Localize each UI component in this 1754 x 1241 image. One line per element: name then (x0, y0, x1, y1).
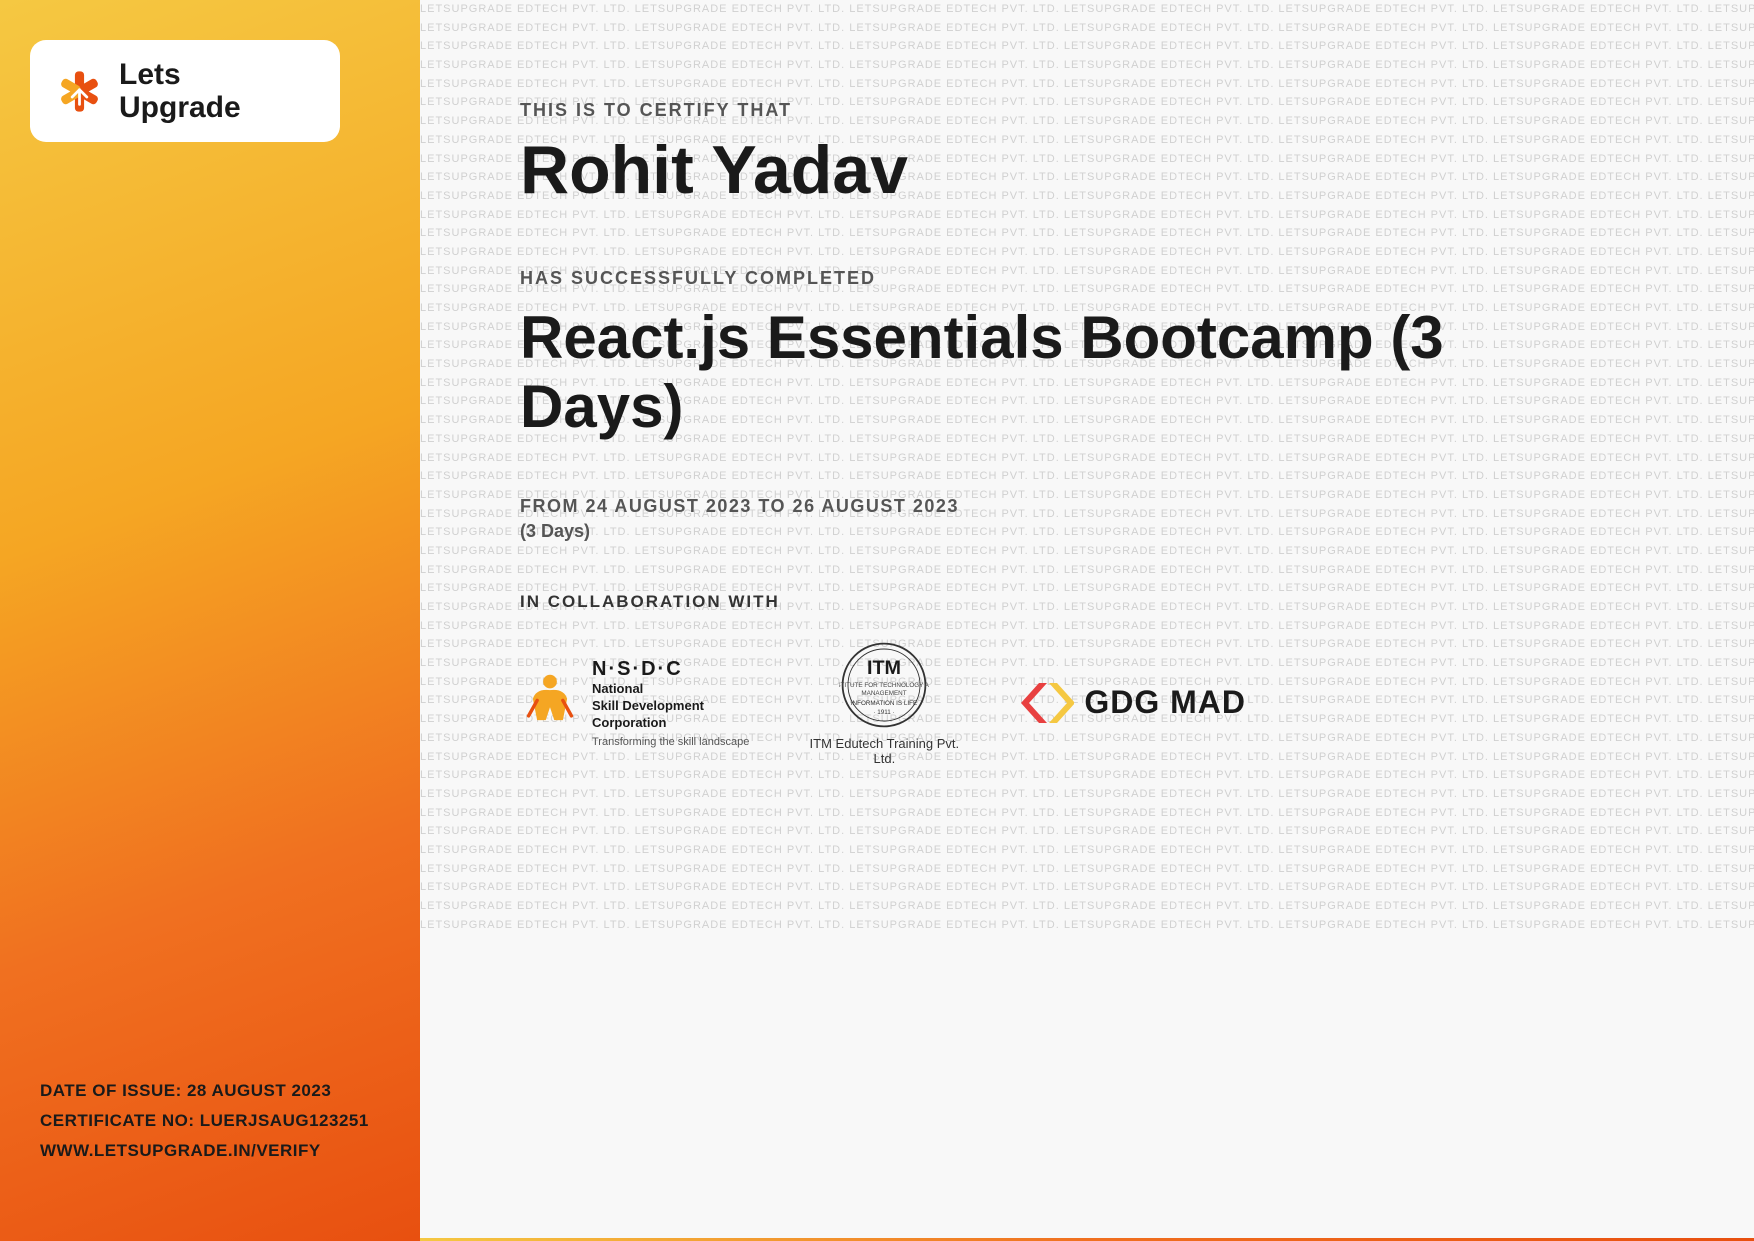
logo-text: Lets Upgrade (119, 58, 241, 124)
date-days: (3 Days) (520, 521, 1674, 542)
left-panel: Lets Upgrade DATE OF ISSUE: 28 AUGUST 20… (0, 0, 420, 1241)
gdg-logo: GDG MAD (1019, 678, 1246, 728)
nsdc-abbr: N·S·D·C (592, 658, 749, 681)
date-of-issue: DATE OF ISSUE: 28 AUGUST 2023 (40, 1081, 369, 1101)
itm-seal-icon: ITM INSTITUTE FOR TECHNOLOGY AND MANAGEM… (839, 640, 929, 730)
content: THIS IS TO CERTIFY THAT Rohit Yadav HAS … (420, 0, 1754, 1241)
date-of-issue-label: DATE OF ISSUE: 28 AUGUST 2023 (40, 1081, 331, 1100)
nsdc-text: N·S·D·C National Skill Development Corpo… (592, 658, 749, 748)
nsdc-icon (520, 673, 580, 733)
course-name: React.js Essentials Bootcamp (3 Days) (520, 303, 1570, 441)
nsdc-tagline: Transforming the skill landscape (592, 736, 749, 748)
right-panel: (function() { const wm = document.queryS… (420, 0, 1754, 1241)
left-bottom-info: DATE OF ISSUE: 28 AUGUST 2023 CERTIFICAT… (40, 1081, 369, 1171)
svg-text:INFORMATION IS LIFE: INFORMATION IS LIFE (851, 700, 917, 707)
certify-label: THIS IS TO CERTIFY THAT (520, 100, 1674, 121)
nsdc-full-name: National Skill Development Corporation (592, 681, 722, 732)
verify-url-label: WWW.LETSUPGRADE.IN/VERIFY (40, 1141, 321, 1160)
date-range: FROM 24 AUGUST 2023 TO 26 AUGUST 2023 (520, 496, 1674, 517)
letsupgrade-icon (52, 64, 107, 119)
nsdc-logo: N·S·D·C National Skill Development Corpo… (520, 658, 749, 748)
logo-upgrade: Upgrade (119, 91, 241, 124)
svg-text:INSTITUTE FOR TECHNOLOGY AND: INSTITUTE FOR TECHNOLOGY AND (839, 682, 929, 689)
collab-label: IN COLLABORATION WITH (520, 592, 1674, 612)
completed-label: HAS SUCCESSFULLY COMPLETED (520, 268, 1674, 289)
svg-text:MANAGEMENT: MANAGEMENT (862, 690, 907, 697)
svg-text:ITM: ITM (867, 657, 901, 679)
itm-logo: ITM INSTITUTE FOR TECHNOLOGY AND MANAGEM… (809, 640, 959, 766)
certificate-no-label: CERTIFICATE NO: LUERJSAUG123251 (40, 1111, 369, 1130)
partner-logos-row: N·S·D·C National Skill Development Corpo… (520, 640, 1674, 766)
gdg-text: GDG MAD (1084, 684, 1246, 721)
logo-lets: Lets (119, 58, 241, 91)
itm-label: ITM Edutech Training Pvt. Ltd. (809, 736, 959, 766)
certificate-no: CERTIFICATE NO: LUERJSAUG123251 (40, 1111, 369, 1131)
certificate: Lets Upgrade DATE OF ISSUE: 28 AUGUST 20… (0, 0, 1754, 1241)
logo-box: Lets Upgrade (30, 40, 340, 142)
gdg-arrows-icon (1019, 678, 1074, 728)
svg-text:· 1911 ·: · 1911 · (874, 709, 895, 716)
recipient-name: Rohit Yadav (520, 133, 1674, 208)
verify-url: WWW.LETSUPGRADE.IN/VERIFY (40, 1141, 369, 1161)
